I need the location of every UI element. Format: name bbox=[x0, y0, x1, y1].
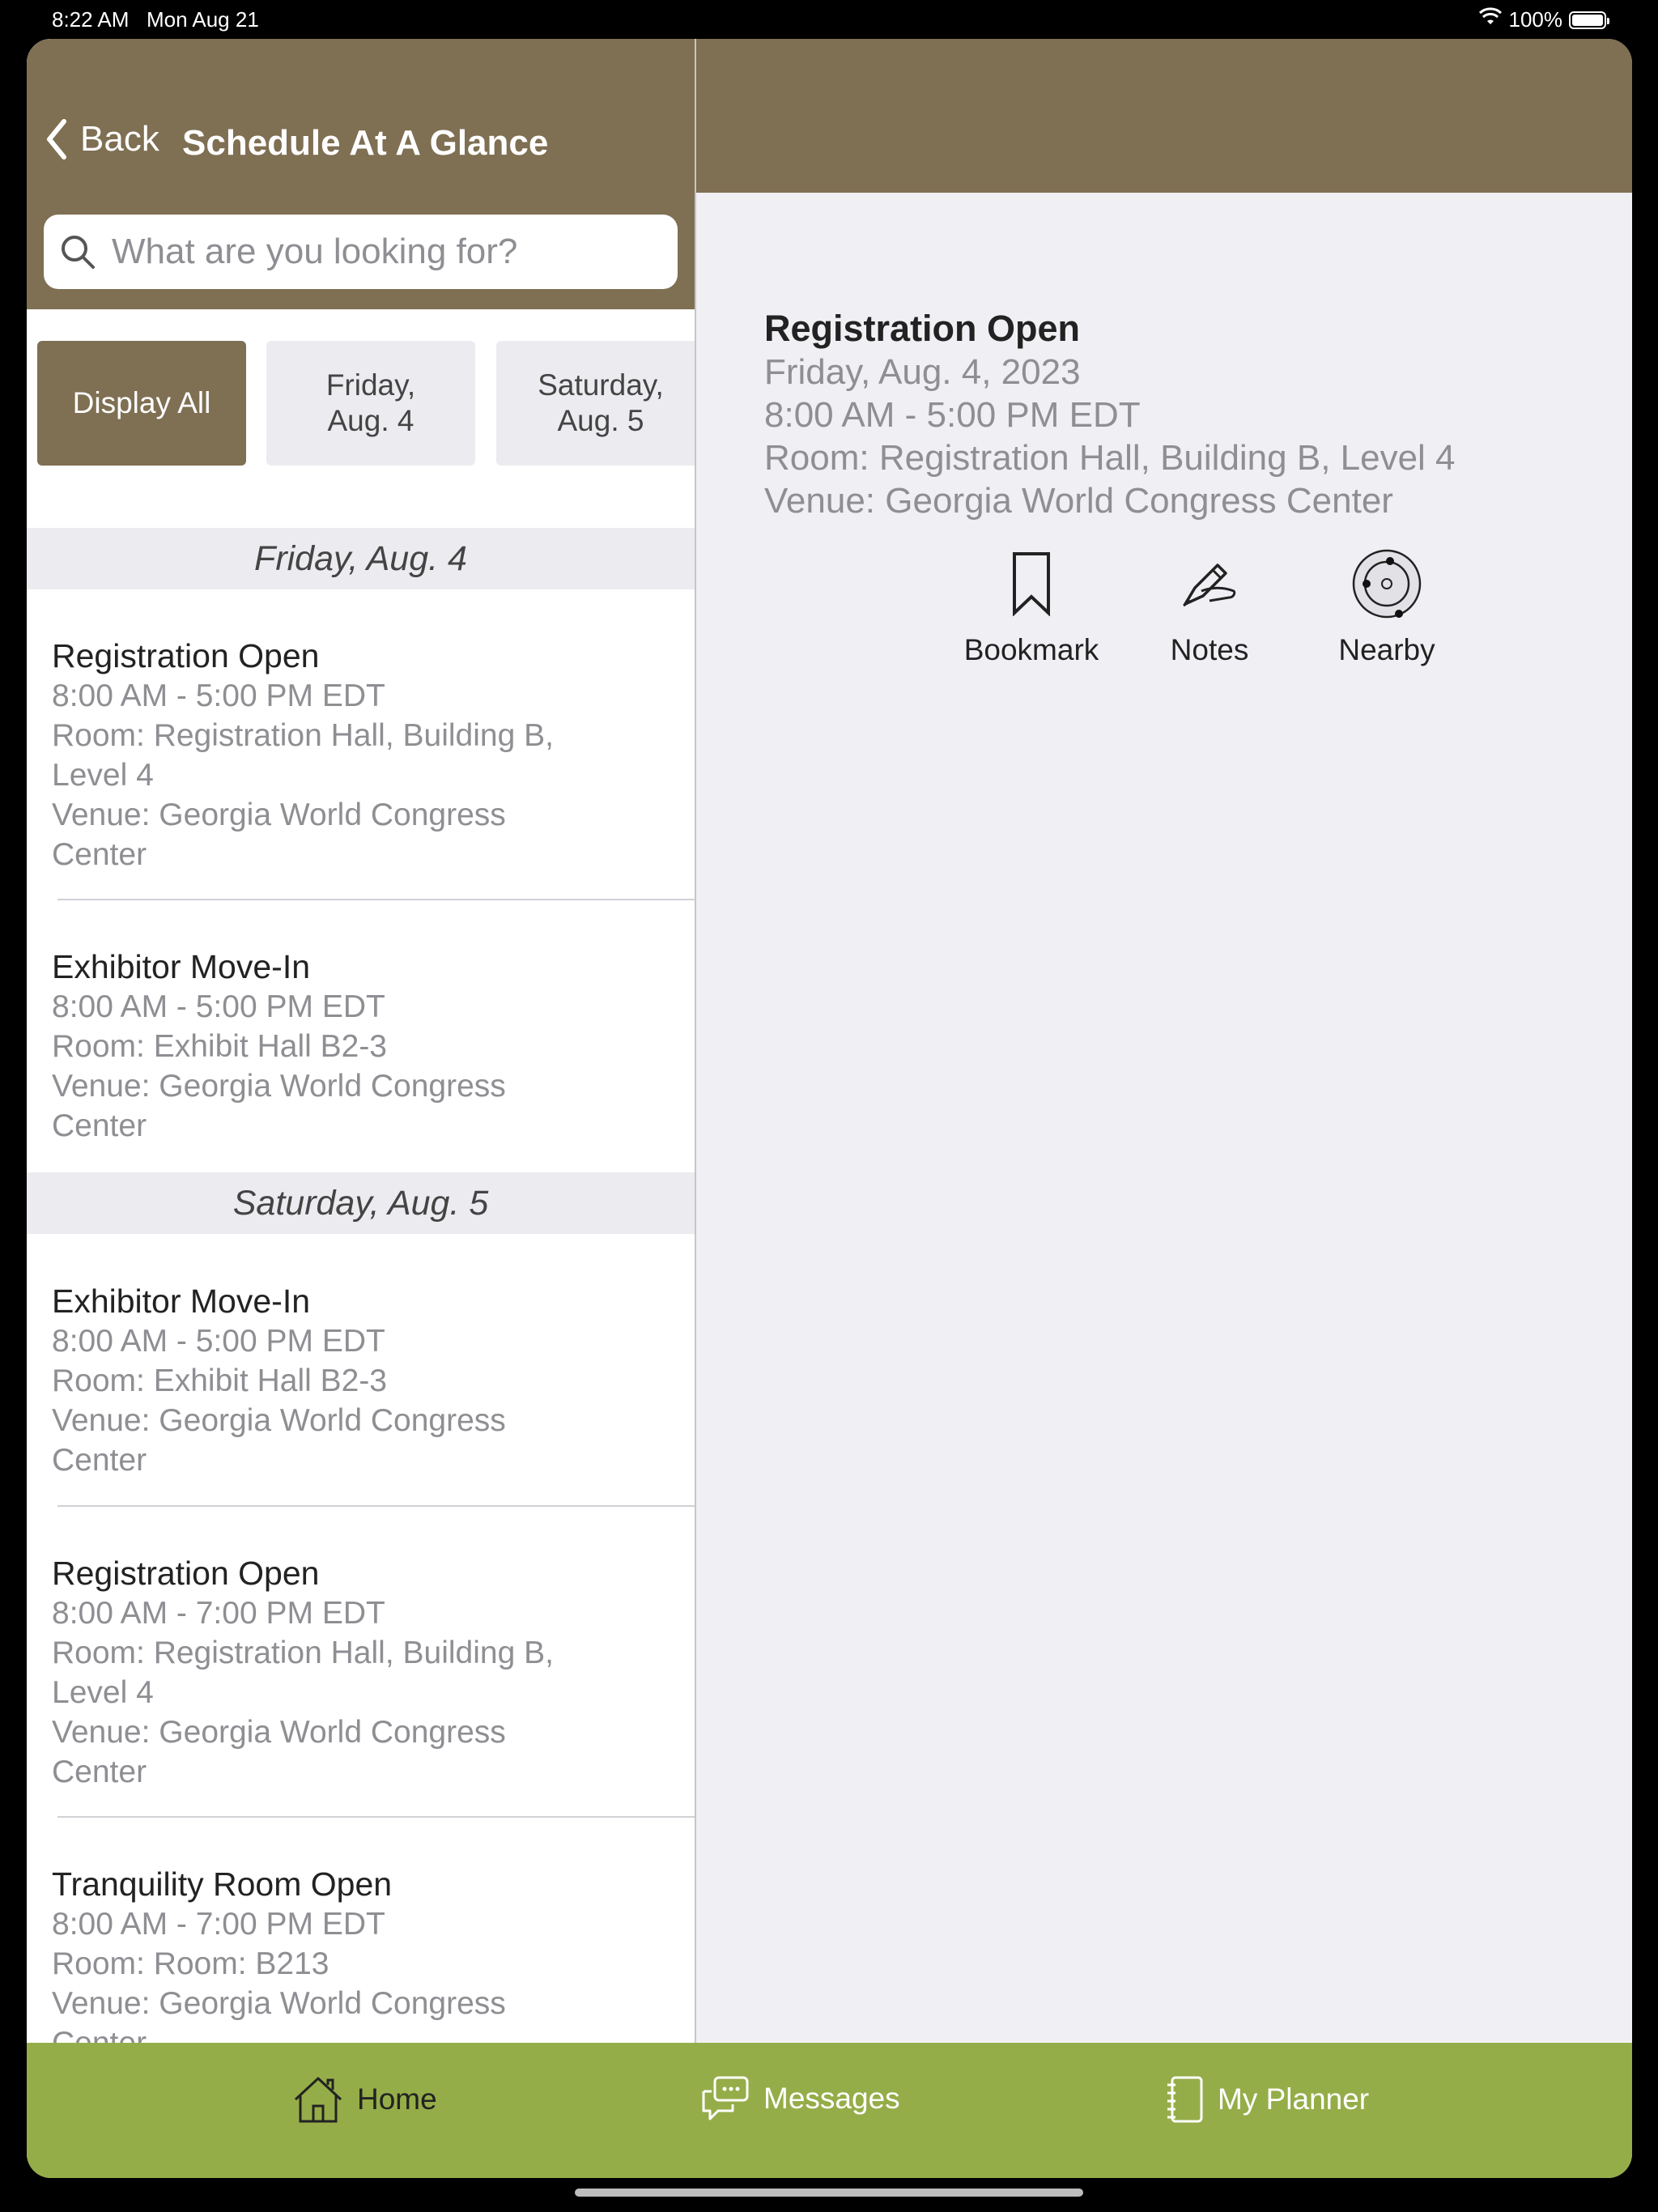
list-header: Back Schedule At A Glance bbox=[27, 39, 695, 309]
notes-icon bbox=[1183, 563, 1236, 606]
status-date: Mon Aug 21 bbox=[147, 7, 259, 32]
tab-home-label: Home bbox=[357, 2082, 437, 2116]
planner-icon bbox=[1167, 2076, 1203, 2123]
detail-room: Room: Registration Hall, Building B, Lev… bbox=[764, 438, 1456, 478]
item-details: 8:00 AM - 5:00 PM EDT Room: Registration… bbox=[52, 678, 554, 872]
detail-venue: Venue: Georgia World Congress Center bbox=[764, 481, 1393, 521]
status-bar: 8:22 AM Mon Aug 21 100% bbox=[0, 0, 1658, 39]
search-input[interactable] bbox=[110, 231, 648, 273]
tab-my-planner-label: My Planner bbox=[1218, 2082, 1370, 2116]
item-details: 8:00 AM - 7:00 PM EDT Room: Registration… bbox=[52, 1596, 554, 1789]
list-item[interactable]: Registration Open 8:00 AM - 7:00 PM EDT … bbox=[52, 1554, 683, 1792]
schedule-list-pane: Back Schedule At A Glance Display All Fr… bbox=[27, 39, 696, 2043]
bookmark-icon bbox=[1013, 551, 1050, 616]
item-title: Exhibitor Move-In bbox=[52, 1283, 311, 1320]
session-detail: Registration Open Friday, Aug. 4, 2023 8… bbox=[764, 306, 1456, 522]
filter-display-all[interactable]: Display All bbox=[37, 341, 246, 466]
divider bbox=[57, 899, 695, 900]
messages-icon bbox=[702, 2076, 749, 2121]
item-details: 8:00 AM - 5:00 PM EDT Room: Exhibit Hall… bbox=[52, 989, 506, 1143]
page-title: Schedule At A Glance bbox=[182, 123, 549, 163]
tab-my-planner[interactable]: My Planner bbox=[1164, 2075, 1369, 2124]
detail-date: Friday, Aug. 4, 2023 bbox=[764, 352, 1081, 392]
list-item[interactable]: Registration Open 8:00 AM - 5:00 PM EDT … bbox=[52, 636, 683, 874]
tab-messages[interactable]: Messages bbox=[700, 2075, 900, 2122]
list-item[interactable]: Tranquility Room Open 8:00 AM - 7:00 PM … bbox=[52, 1865, 683, 2043]
bookmark-label: Bookmark bbox=[963, 633, 1099, 666]
filter-saturday[interactable]: Saturday, Aug. 5 bbox=[496, 341, 695, 466]
battery-icon bbox=[1569, 11, 1609, 29]
status-time: 8:22 AM bbox=[52, 7, 130, 32]
home-icon bbox=[294, 2077, 342, 2123]
list-item[interactable]: Exhibitor Move-In 8:00 AM - 5:00 PM EDT … bbox=[52, 947, 683, 1146]
search-icon bbox=[62, 236, 95, 269]
notes-label: Notes bbox=[1170, 633, 1249, 666]
list-item[interactable]: Exhibitor Move-In 8:00 AM - 5:00 PM EDT … bbox=[52, 1282, 683, 1480]
notes-button[interactable]: Notes bbox=[1129, 545, 1290, 667]
detail-time: 8:00 AM - 5:00 PM EDT bbox=[764, 395, 1141, 435]
app-window: Back Schedule At A Glance Display All Fr… bbox=[27, 39, 1632, 2178]
day-header-friday: Friday, Aug. 4 bbox=[27, 528, 695, 589]
nearby-icon bbox=[1352, 549, 1422, 618]
item-title: Tranquility Room Open bbox=[52, 1865, 393, 1903]
status-right: 100% bbox=[1478, 7, 1609, 32]
nearby-button[interactable]: Nearby bbox=[1306, 545, 1468, 667]
divider bbox=[57, 1505, 695, 1507]
divider bbox=[57, 1816, 695, 1818]
tab-home[interactable]: Home bbox=[292, 2075, 437, 2124]
item-title: Exhibitor Move-In bbox=[52, 948, 311, 985]
item-details: 8:00 AM - 7:00 PM EDT Room: Room: B213 V… bbox=[52, 1907, 506, 2043]
nearby-label: Nearby bbox=[1338, 633, 1435, 666]
filter-friday[interactable]: Friday, Aug. 4 bbox=[266, 341, 475, 466]
item-title: Registration Open bbox=[52, 637, 320, 674]
back-label: Back bbox=[80, 119, 159, 159]
detail-title: Registration Open bbox=[764, 308, 1081, 349]
day-header-saturday: Saturday, Aug. 5 bbox=[27, 1172, 695, 1234]
search-bar bbox=[44, 215, 678, 289]
chevron-left-icon bbox=[47, 119, 66, 160]
detail-pane: Registration Open Friday, Aug. 4, 2023 8… bbox=[696, 193, 1632, 2043]
battery-percent: 100% bbox=[1508, 7, 1563, 32]
home-indicator[interactable] bbox=[575, 2189, 1083, 2197]
wifi-icon bbox=[1478, 7, 1503, 32]
tab-messages-label: Messages bbox=[763, 2082, 900, 2115]
item-details: 8:00 AM - 5:00 PM EDT Room: Exhibit Hall… bbox=[52, 1324, 506, 1478]
item-title: Registration Open bbox=[52, 1555, 320, 1592]
detail-header bbox=[696, 39, 1632, 193]
bookmark-button[interactable]: Bookmark bbox=[950, 545, 1112, 667]
tab-bar: Home Messages My Planner bbox=[27, 2043, 1632, 2178]
back-button[interactable]: Back bbox=[45, 118, 159, 160]
